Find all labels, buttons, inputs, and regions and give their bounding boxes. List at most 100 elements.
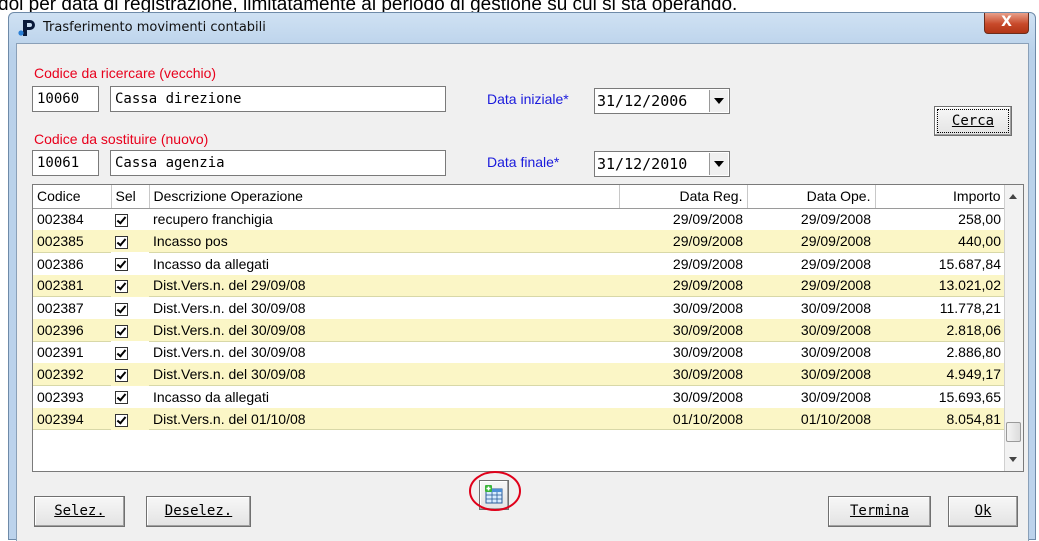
cell-data-ope: 30/09/2008 — [800, 344, 871, 361]
end-date-value: 31/12/2010 — [597, 155, 688, 173]
cell-description: Incasso da allegati — [153, 388, 269, 405]
cell-data-reg: 29/09/2008 — [619, 230, 747, 253]
old-code-label: Codice da ricercare (vecchio) — [34, 65, 217, 81]
new-code-input[interactable]: 10061 — [32, 150, 99, 176]
cell-data-reg: 29/09/2008 — [672, 211, 743, 228]
cell-description: Incasso pos — [149, 230, 619, 253]
cell-sel — [111, 230, 149, 253]
exit-button-label: Termina — [849, 503, 909, 519]
select-button[interactable]: Selez. — [34, 496, 125, 527]
cell-description: recupero franchigia — [153, 211, 273, 228]
row-select-checkbox[interactable] — [115, 236, 128, 250]
row-select-checkbox[interactable] — [115, 214, 128, 228]
cell-code: 002394 — [33, 407, 111, 431]
cell-importo: 4.949,17 — [875, 363, 1005, 387]
table-row[interactable]: 002396 Dist.Vers.n. del 30/09/08 30/09/200… — [33, 318, 1005, 342]
col-header-sel[interactable]: Sel — [111, 185, 150, 209]
ok-button-label: Ok — [974, 503, 992, 519]
cell-description: Dist.Vers.n. del 30/09/08 — [149, 318, 619, 342]
old-desc-input[interactable]: Cassa direzione — [110, 86, 446, 112]
dialog-client-area: Codice da ricercare (vecchio) 10060 Cass… — [16, 43, 1029, 541]
new-desc-input[interactable]: Cassa agenzia — [110, 150, 446, 176]
table-row[interactable]: 002391 Dist.Vers.n. del 30/09/08 30/09/200… — [33, 341, 1005, 363]
cell-description: Incasso da allegati — [153, 255, 269, 272]
search-button[interactable]: Cerca — [934, 106, 1012, 136]
cell-data-ope: 29/09/2008 — [747, 230, 875, 253]
cell-code: 002381 — [33, 274, 111, 298]
cell-code: 002396 — [33, 318, 111, 342]
col-header-data-reg[interactable]: Data Reg. — [619, 185, 748, 209]
cell-sel — [111, 407, 149, 430]
cell-code: 002386 — [37, 255, 84, 272]
window-title: Trasferimento movimenti contabili — [43, 20, 266, 35]
row-select-checkbox[interactable] — [115, 413, 128, 427]
col-header-data-ope[interactable]: Data Ope. — [747, 185, 876, 209]
table-row[interactable]: 002381 Dist.Vers.n. del 29/09/08 29/09/200… — [33, 274, 1005, 298]
cell-code: 002384 — [37, 211, 84, 228]
ok-button[interactable]: Ok — [948, 496, 1018, 527]
row-select-checkbox[interactable] — [115, 369, 128, 383]
title-bar[interactable]: Trasferimento movimenti contabili X — [9, 13, 1035, 43]
chevron-down-icon[interactable] — [709, 90, 728, 112]
end-date-select[interactable]: 31/12/2010 — [594, 151, 730, 177]
cell-data-reg: 30/09/2008 — [672, 300, 743, 317]
table-row[interactable]: 002394 Dist.Vers.n. del 01/10/08 01/10/200… — [33, 407, 1005, 431]
cell-data-reg: 29/09/2008 — [619, 274, 747, 298]
row-select-checkbox[interactable] — [115, 258, 128, 272]
col-header-importo[interactable]: Importo — [875, 185, 1006, 209]
col-header-descrizione[interactable]: Descrizione Operazione — [149, 185, 620, 209]
dialog-window: Trasferimento movimenti contabili X Codi… — [8, 12, 1036, 541]
cell-sel — [111, 274, 149, 297]
start-date-select[interactable]: 31/12/2006 — [594, 88, 730, 114]
scroll-up-arrow-icon[interactable] — [1009, 194, 1017, 199]
table-row[interactable]: 002384 recupero franchigia 29/09/2008 29/09… — [33, 208, 1005, 230]
old-code-input[interactable]: 10060 — [32, 86, 99, 112]
row-select-checkbox[interactable] — [115, 280, 128, 294]
cell-data-reg: 30/09/2008 — [672, 344, 743, 361]
cell-importo: 15.687,84 — [938, 255, 1001, 272]
table-header-row: Codice Sel Descrizione Operazione Data R… — [33, 185, 1006, 209]
deselect-button[interactable]: Deselez. — [146, 496, 251, 527]
cell-sel — [111, 318, 149, 342]
row-select-checkbox[interactable] — [115, 347, 128, 361]
row-select-checkbox[interactable] — [115, 391, 128, 405]
table-row[interactable]: 002392 Dist.Vers.n. del 30/09/08 30/09/200… — [33, 363, 1005, 387]
cell-importo: 13.021,02 — [875, 274, 1005, 298]
scroll-down-arrow-icon[interactable] — [1009, 457, 1017, 462]
row-select-checkbox[interactable] — [115, 302, 128, 316]
cell-sel — [111, 297, 149, 319]
cell-data-ope: 30/09/2008 — [747, 318, 875, 342]
table-row[interactable]: 002386 Incasso da allegati 29/09/2008 29/09… — [33, 252, 1005, 274]
exit-button[interactable]: Termina — [828, 496, 931, 527]
cell-data-ope: 01/10/2008 — [747, 407, 875, 431]
app-p-icon — [18, 20, 35, 36]
cell-data-reg: 30/09/2008 — [619, 363, 747, 387]
cell-description: Dist.Vers.n. del 30/09/08 — [153, 300, 306, 317]
cell-data-ope: 29/09/2008 — [800, 255, 871, 272]
cell-data-reg: 29/09/2008 — [672, 255, 743, 272]
close-button[interactable]: X — [984, 13, 1029, 34]
table-row[interactable]: 002385 Incasso pos 29/09/2008 29/09/2008 440… — [33, 230, 1005, 253]
scroll-thumb[interactable] — [1006, 422, 1021, 442]
vertical-scrollbar[interactable] — [1004, 185, 1023, 471]
movements-table[interactable]: Codice Sel Descrizione Operazione Data R… — [32, 184, 1024, 472]
row-select-checkbox[interactable] — [115, 324, 128, 338]
chevron-down-icon[interactable] — [709, 153, 728, 175]
cell-sel — [111, 252, 149, 274]
highlight-circle — [469, 471, 521, 511]
cell-description: Dist.Vers.n. del 29/09/08 — [149, 274, 619, 298]
cell-sel — [111, 386, 149, 408]
cell-description: Dist.Vers.n. del 30/09/08 — [149, 363, 619, 387]
cell-code: 002392 — [33, 363, 111, 387]
cell-data-reg: 01/10/2008 — [619, 407, 747, 431]
cell-sel — [111, 363, 149, 386]
cell-importo: 2.886,80 — [946, 344, 1002, 361]
col-header-codice[interactable]: Codice — [33, 185, 112, 209]
cell-code: 002393 — [37, 388, 84, 405]
cell-data-ope: 29/09/2008 — [747, 274, 875, 298]
cell-importo: 440,00 — [875, 230, 1005, 253]
start-date-value: 31/12/2006 — [597, 92, 688, 110]
cell-code: 002387 — [37, 300, 84, 317]
table-row[interactable]: 002393 Incasso da allegati 30/09/2008 30/09… — [33, 386, 1005, 408]
table-row[interactable]: 002387 Dist.Vers.n. del 30/09/08 30/09/200… — [33, 297, 1005, 319]
